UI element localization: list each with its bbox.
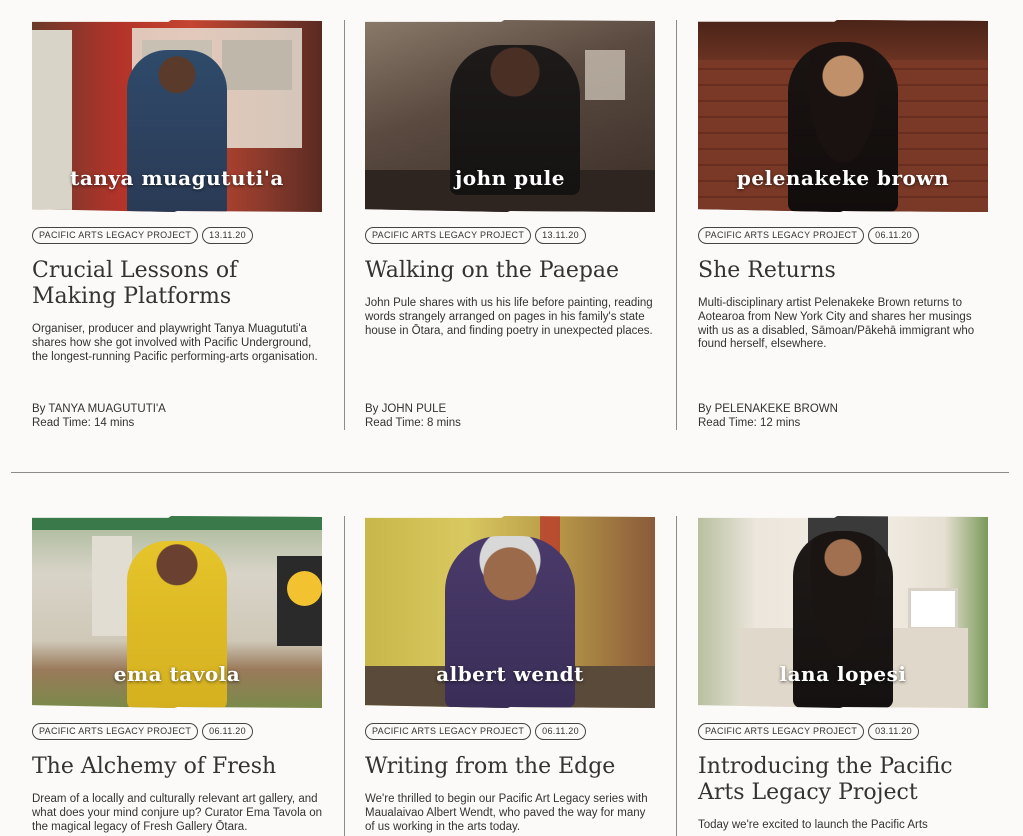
article-photo[interactable]: john pule [365,20,655,212]
tag-group: PACIFIC ARTS LEGACY PROJECT 13.11.20 [32,227,253,244]
date-tag: 06.11.20 [868,227,919,244]
date-tag: 13.11.20 [202,227,253,244]
article-title[interactable]: She Returns [698,258,993,284]
photo-name-overlay: john pule [455,166,565,190]
article-byline: By JOHN PULE Read Time: 8 mins [365,402,461,430]
tag-group: PACIFIC ARTS LEGACY PROJECT 06.11.20 [365,723,586,740]
article-photo[interactable]: lana lopesi [698,516,988,708]
article-byline: By PELENAKEKE BROWN Read Time: 12 mins [698,402,838,430]
article-read-time: Read Time: 14 mins [32,417,135,429]
article-description: Dream of a locally and culturally releva… [32,793,323,833]
article-read-time: Read Time: 12 mins [698,417,801,429]
date-tag: 03.11.20 [868,723,919,740]
category-tag[interactable]: PACIFIC ARTS LEGACY PROJECT [698,227,865,244]
article-description: We're thrilled to begin our Pacific Art … [365,793,648,833]
article-title[interactable]: Walking on the Paepae [365,258,660,284]
article-description: Multi-disciplinary artist Pelenakeke Bro… [698,297,975,351]
date-tag: 06.11.20 [202,723,253,740]
article-title[interactable]: The Alchemy of Fresh [32,754,327,780]
tag-group: PACIFIC ARTS LEGACY PROJECT 06.11.20 [32,723,253,740]
photo-name-overlay: lana lopesi [779,662,907,686]
article-photo[interactable]: ema tavola [32,516,322,708]
date-tag: 13.11.20 [535,227,586,244]
photo-name-overlay: tanya muagututi'a [70,166,284,190]
category-tag[interactable]: PACIFIC ARTS LEGACY PROJECT [32,723,199,740]
column-divider [676,20,677,430]
article-photo[interactable]: pelenakeke brown [698,20,988,212]
article-title[interactable]: Introducing the Pacific Arts Legacy Proj… [698,754,993,806]
row-divider [11,472,1009,473]
column-divider [676,516,677,836]
article-description: John Pule shares with us his life before… [365,297,653,337]
category-tag[interactable]: PACIFIC ARTS LEGACY PROJECT [32,227,199,244]
article-byline: By TANYA MUAGUTUTI'A Read Time: 14 mins [32,402,166,430]
column-divider [344,20,345,430]
category-tag[interactable]: PACIFIC ARTS LEGACY PROJECT [365,227,532,244]
article-description: Today we're excited to launch the Pacifi… [698,819,928,831]
article-row-2: ema tavola PACIFIC ARTS LEGACY PROJECT 0… [0,496,1023,836]
article-photo[interactable]: albert wendt [365,516,655,708]
tag-group: PACIFIC ARTS LEGACY PROJECT 13.11.20 [365,227,586,244]
tag-group: PACIFIC ARTS LEGACY PROJECT 03.11.20 [698,723,919,740]
article-read-time: Read Time: 8 mins [365,417,461,429]
article-photo[interactable]: tanya muagututi'a [32,20,322,212]
article-row-1: tanya muagututi'a PACIFIC ARTS LEGACY PR… [0,0,1023,460]
date-tag: 06.11.20 [535,723,586,740]
category-tag[interactable]: PACIFIC ARTS LEGACY PROJECT [698,723,865,740]
article-author: By PELENAKEKE BROWN [698,403,838,415]
photo-name-overlay: albert wendt [436,662,584,686]
tag-group: PACIFIC ARTS LEGACY PROJECT 06.11.20 [698,227,919,244]
article-author: By TANYA MUAGUTUTI'A [32,403,166,415]
category-tag[interactable]: PACIFIC ARTS LEGACY PROJECT [365,723,532,740]
photo-name-overlay: ema tavola [113,662,241,686]
article-title[interactable]: Writing from the Edge [365,754,660,780]
photo-name-overlay: pelenakeke brown [736,166,950,190]
article-title[interactable]: Crucial Lessons of Making Platforms [32,258,327,310]
column-divider [344,516,345,836]
article-description: Organiser, producer and playwright Tanya… [32,323,318,363]
article-author: By JOHN PULE [365,403,447,415]
